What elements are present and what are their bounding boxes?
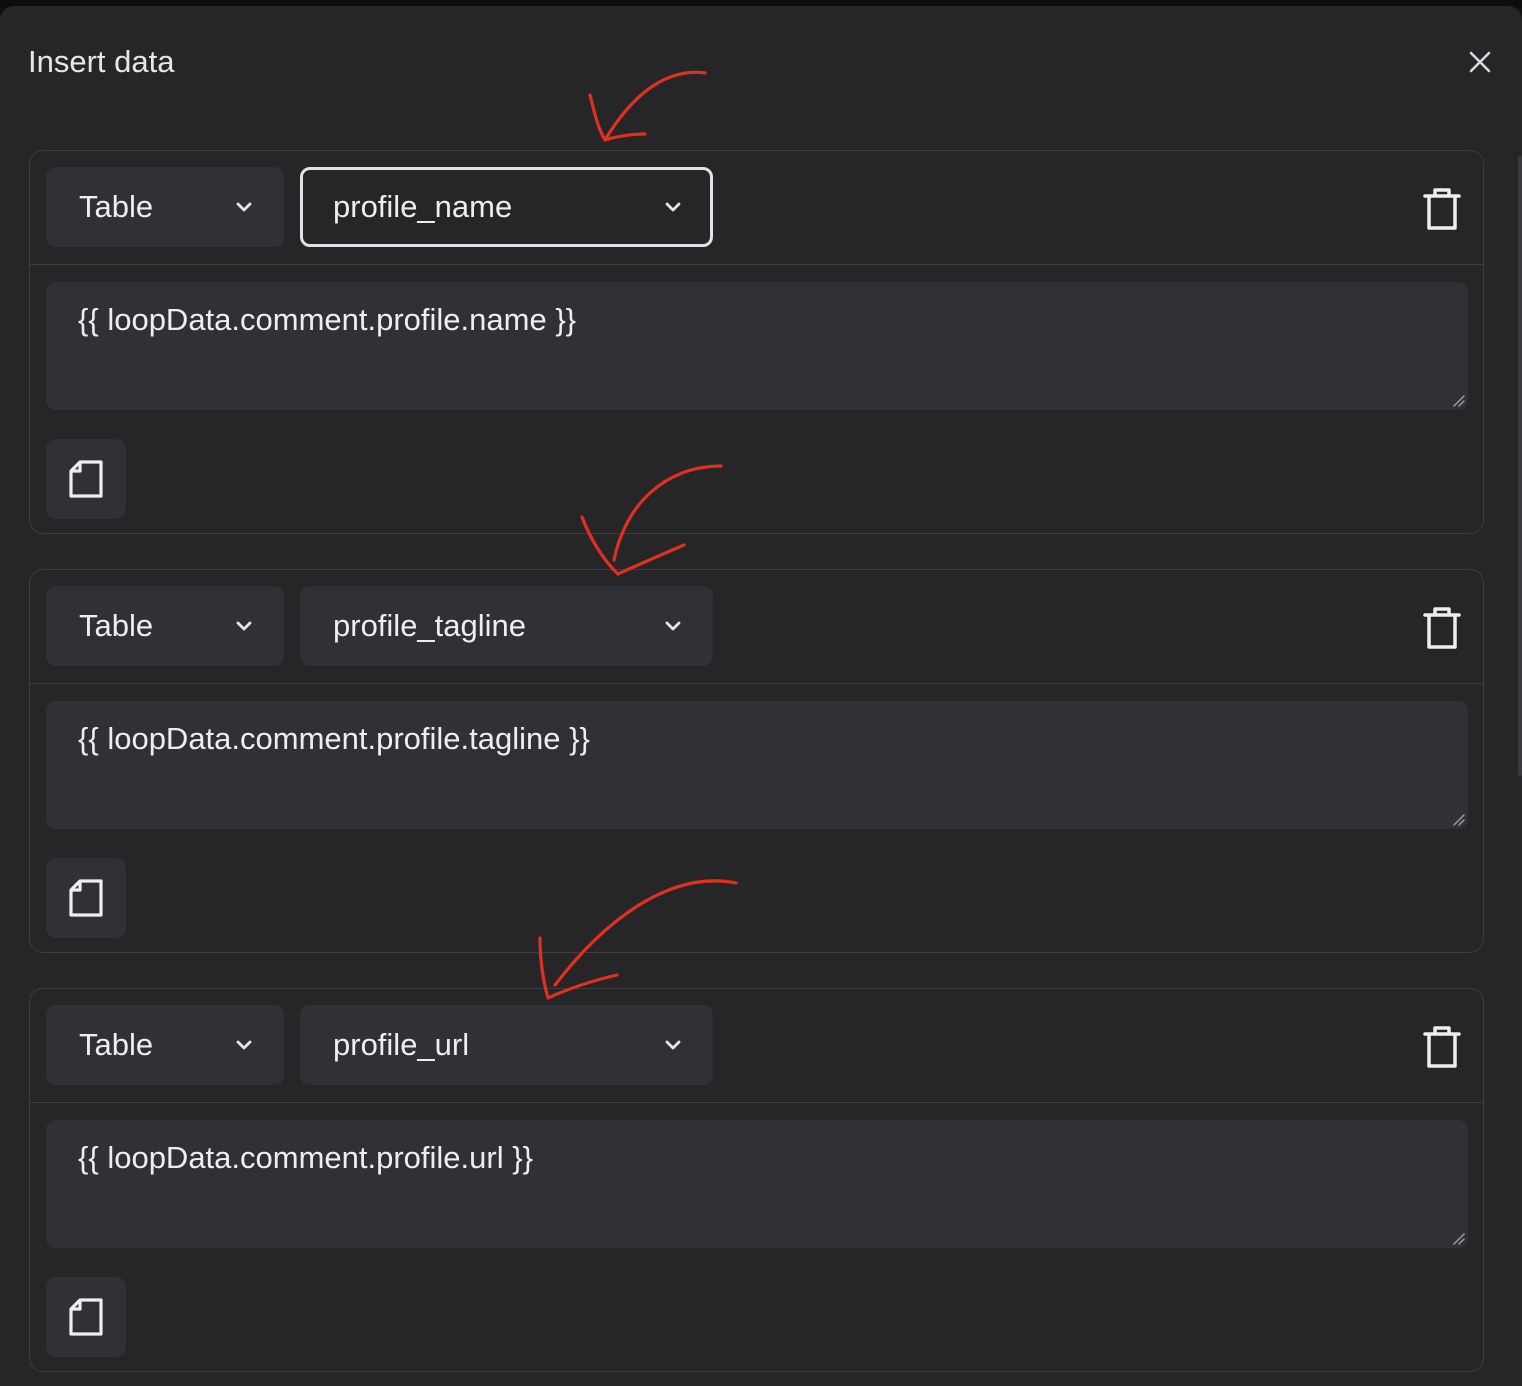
type-select-value: Table — [79, 189, 154, 224]
column-select[interactable]: profile_tagline — [300, 586, 713, 666]
type-select[interactable]: Table — [46, 167, 284, 247]
value-textarea[interactable]: {{ loopData.comment.profile.url }} — [46, 1120, 1468, 1248]
type-select[interactable]: Table — [46, 586, 284, 666]
dialog-title: Insert data — [28, 44, 175, 79]
document-icon — [69, 1298, 103, 1336]
value-textarea[interactable]: {{ loopData.comment.profile.tagline }} — [46, 701, 1468, 829]
trash-icon[interactable] — [1421, 606, 1463, 650]
column-select[interactable]: profile_name — [300, 167, 713, 247]
value-text: {{ loopData.comment.profile.url }} — [78, 1140, 533, 1175]
value-text: {{ loopData.comment.profile.name }} — [78, 302, 577, 337]
value-textarea[interactable]: {{ loopData.comment.profile.name }} — [46, 282, 1468, 410]
insert-data-dialog: Insert data Table profile_name {{loopDa… — [0, 6, 1522, 1386]
type-select-value: Table — [79, 608, 154, 643]
copy-button[interactable] — [46, 858, 126, 938]
chevron-down-icon — [665, 202, 681, 212]
copy-button[interactable] — [46, 1277, 126, 1357]
data-row: Table profile_name {{ loopData.comment.p… — [29, 150, 1484, 534]
resize-grip-icon[interactable] — [1452, 394, 1466, 408]
column-select-value: profile_tagline — [333, 608, 527, 643]
trash-icon[interactable] — [1421, 187, 1463, 231]
data-row: Table profile_url {{ loopData.comment.pr… — [29, 988, 1484, 1372]
close-button[interactable] — [1466, 48, 1494, 76]
copy-button[interactable] — [46, 439, 126, 519]
trash-icon[interactable] — [1421, 1025, 1463, 1069]
column-select[interactable]: profile_url — [300, 1005, 713, 1085]
resize-grip-icon[interactable] — [1452, 813, 1466, 827]
value-text: {{ loopData.comment.profile.tagline }} — [78, 721, 590, 756]
chevron-down-icon — [665, 621, 681, 631]
scrollbar[interactable] — [1518, 156, 1522, 776]
chevron-down-icon — [236, 621, 252, 631]
data-row-header: Table profile_url — [30, 989, 1483, 1103]
chevron-down-icon — [236, 202, 252, 212]
data-row-header: Table profile_tagline — [30, 570, 1483, 684]
data-row: Table profile_tagline {{ loopData.commen… — [29, 569, 1484, 953]
chevron-down-icon — [665, 1040, 681, 1050]
chevron-down-icon — [236, 1040, 252, 1050]
type-select-value: Table — [79, 1027, 154, 1062]
column-select-value: profile_url — [333, 1027, 470, 1062]
document-icon — [69, 879, 103, 917]
document-icon — [69, 460, 103, 498]
column-select-value: profile_name — [333, 189, 513, 224]
close-icon — [1469, 51, 1491, 73]
resize-grip-icon[interactable] — [1452, 1232, 1466, 1246]
data-row-header: Table profile_name — [30, 151, 1483, 265]
type-select[interactable]: Table — [46, 1005, 284, 1085]
